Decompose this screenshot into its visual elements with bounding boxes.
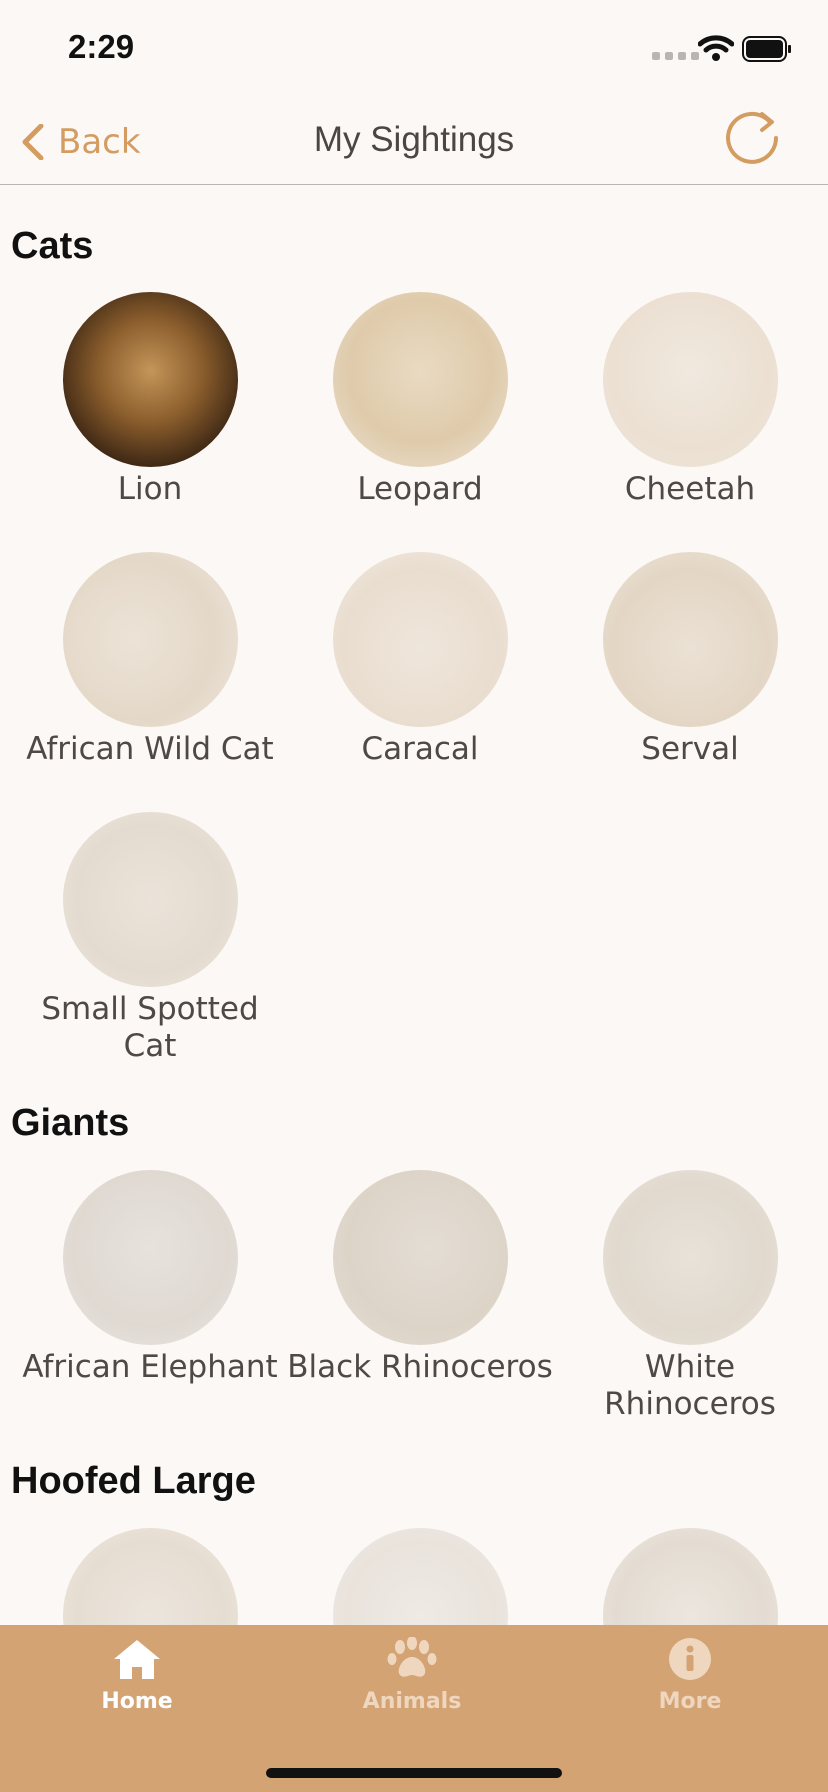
status-bar: 2:29	[0, 0, 828, 100]
tab-bar: Home Animals More	[0, 1625, 828, 1792]
animal-photo	[602, 552, 778, 727]
section-title-cats: Cats	[11, 225, 94, 267]
paw-icon	[387, 1636, 437, 1677]
home-indicator	[266, 1768, 562, 1778]
animal-photo	[602, 1528, 778, 1625]
animal-photo	[62, 292, 238, 467]
tab-home-label: Home	[101, 1689, 173, 1714]
animal-photo	[602, 292, 778, 467]
animal-label: Caracal	[361, 731, 479, 767]
animal-tile[interactable]	[555, 1528, 825, 1625]
animal-photo	[62, 1170, 238, 1345]
battery-icon	[742, 36, 791, 62]
animal-tile-leopard[interactable]: Leopard	[285, 292, 555, 508]
animal-photo	[332, 1170, 508, 1345]
tab-more-label: More	[658, 1689, 722, 1714]
animal-photo	[332, 292, 508, 467]
animal-tile-cheetah[interactable]: Cheetah	[555, 292, 825, 508]
section-title-hoofed-large: Hoofed Large	[11, 1460, 256, 1502]
cellular-signal-icon	[652, 52, 699, 60]
animal-tile[interactable]	[285, 1528, 555, 1625]
animal-tile-serval[interactable]: Serval	[555, 552, 825, 768]
tab-animals[interactable]: Animals	[322, 1636, 502, 1714]
animal-label: African Elephant	[22, 1349, 278, 1385]
section-title-giants: Giants	[11, 1102, 130, 1144]
tab-home[interactable]: Home	[47, 1637, 227, 1714]
home-icon	[114, 1640, 160, 1679]
status-time: 2:29	[68, 28, 135, 65]
animal-tile-black-rhinoceros[interactable]: Black Rhinoceros	[285, 1170, 555, 1386]
animal-tile-white-rhinoceros[interactable]: White Rhinoceros	[555, 1170, 825, 1423]
animal-label: Black Rhinoceros	[287, 1349, 553, 1385]
sightings-list[interactable]: Cats Lion Leopard Cheetah African Wild C…	[0, 185, 828, 1625]
page-title: My Sightings	[313, 120, 515, 159]
animal-photo	[332, 1528, 508, 1625]
animal-photo	[62, 1528, 238, 1625]
animal-tile-african-wild-cat[interactable]: African Wild Cat	[15, 552, 285, 768]
info-icon	[669, 1638, 711, 1680]
animal-tile-lion[interactable]: Lion	[15, 292, 285, 508]
animal-label: Lion	[117, 471, 183, 507]
refresh-icon[interactable]	[726, 110, 782, 166]
animal-photo	[602, 1170, 778, 1345]
tab-animals-label: Animals	[362, 1689, 462, 1714]
animal-tile-small-spotted-cat[interactable]: Small Spotted Cat	[15, 812, 285, 1065]
animal-tile-caracal[interactable]: Caracal	[285, 552, 555, 768]
animal-label: White Rhinoceros	[604, 1349, 776, 1422]
animal-label: Serval	[641, 731, 739, 767]
animal-label: African Wild Cat	[26, 731, 274, 767]
animal-photo	[62, 552, 238, 727]
animal-label: Small Spotted Cat	[41, 991, 259, 1064]
animal-tile[interactable]	[15, 1528, 285, 1625]
animal-label: Leopard	[357, 471, 483, 507]
wifi-icon	[698, 35, 734, 61]
animal-tile-african-elephant[interactable]: African Elephant	[15, 1170, 285, 1386]
animal-photo	[62, 812, 238, 987]
animal-photo	[332, 552, 508, 727]
tab-more[interactable]: More	[600, 1637, 780, 1714]
navigation-bar: Back My Sightings	[0, 100, 828, 185]
animal-label: Cheetah	[624, 471, 756, 507]
